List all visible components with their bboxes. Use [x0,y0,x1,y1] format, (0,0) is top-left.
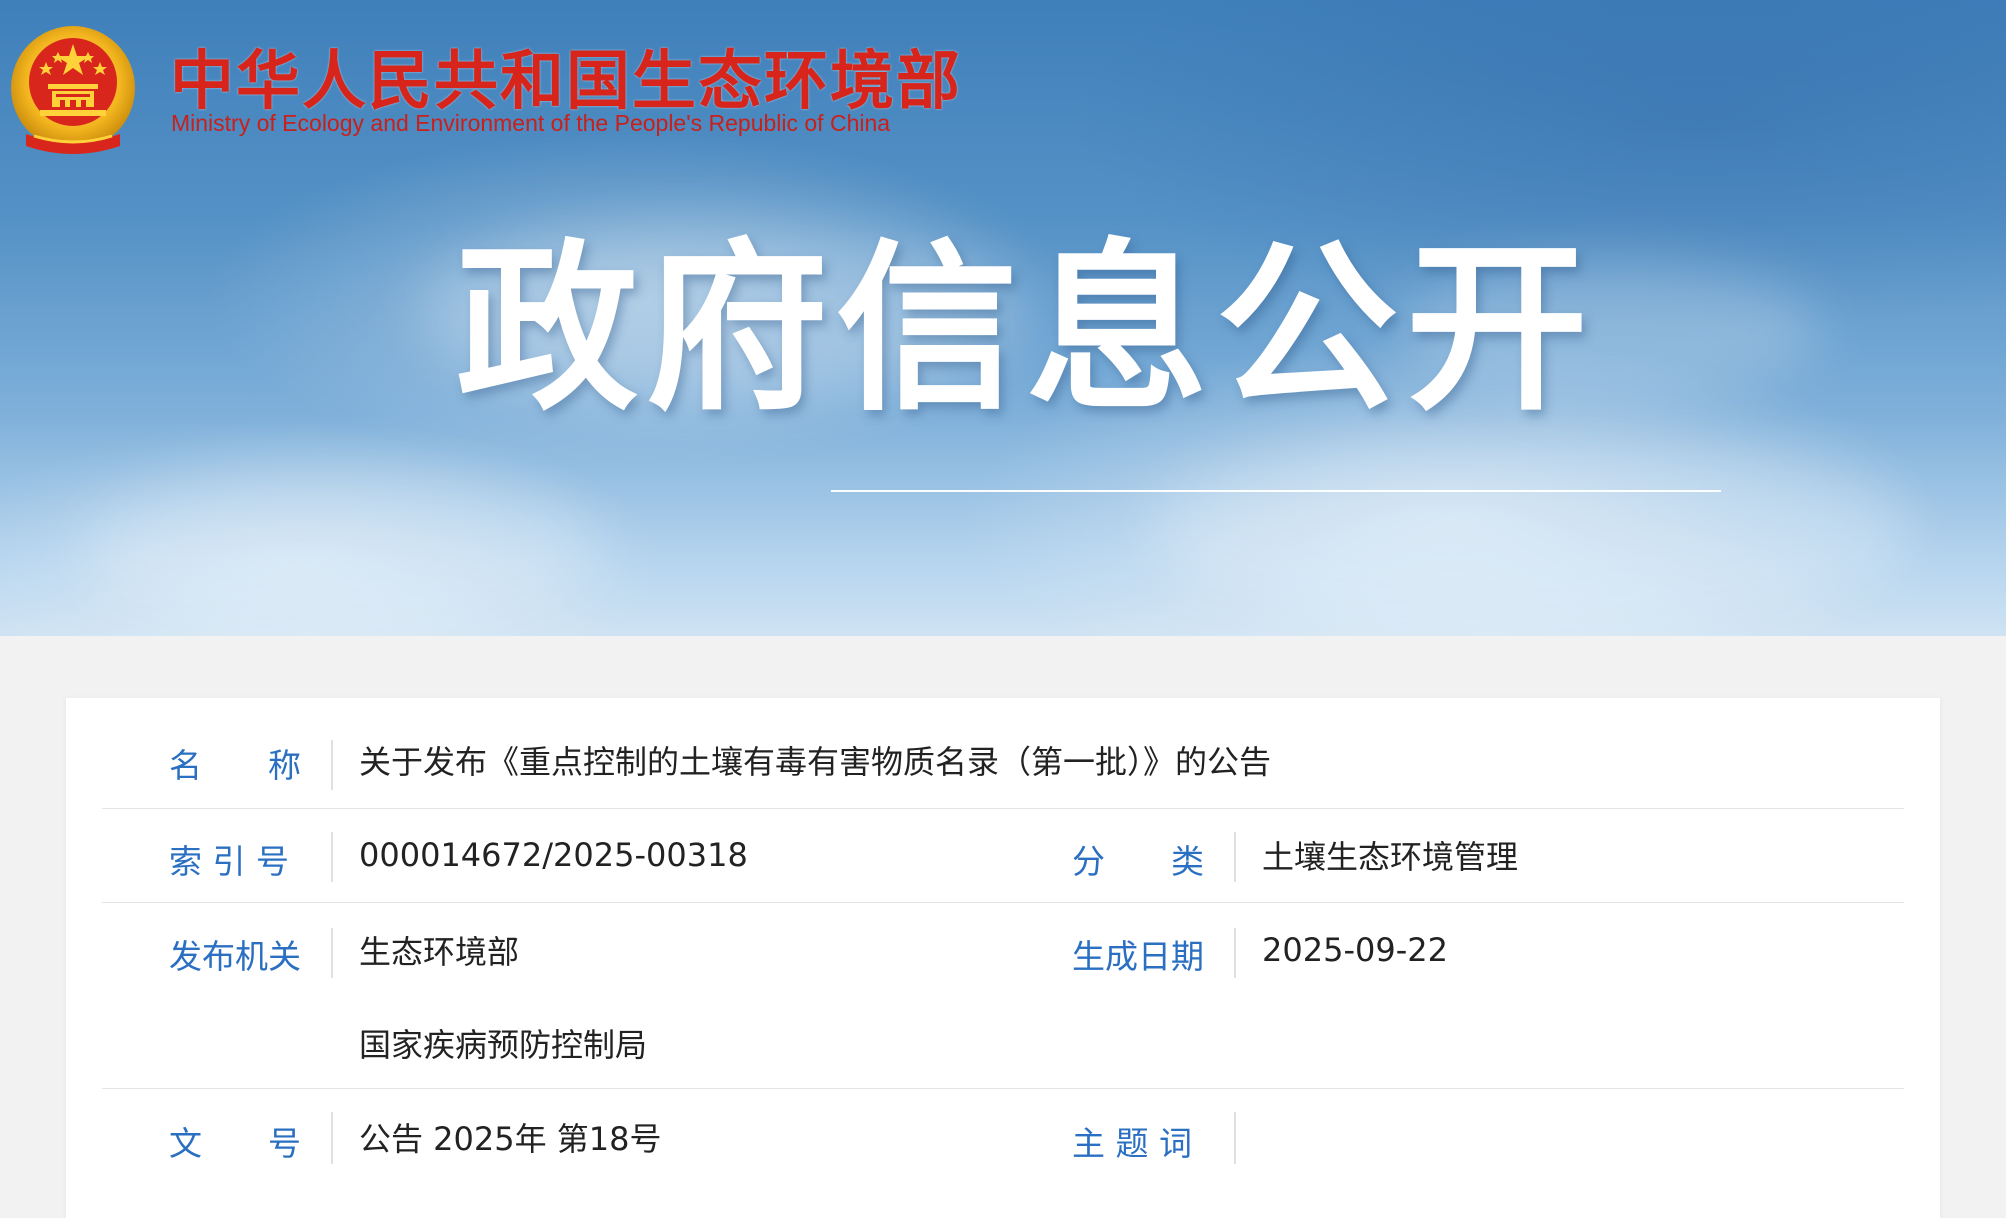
label-category: 分类 [1072,842,1204,881]
label-separator [1234,928,1236,978]
info-row-name: 名称 关于发布《重点控制的土壤有毒有害物质名录（第一批）》的公告 [102,712,1904,809]
header-banner: 中华人民共和国生态环境部 Ministry of Ecology and Env… [0,0,2006,636]
label-issuer: 发布机关 [169,937,301,976]
label-doc-no: 文号 [169,1124,301,1163]
value-index-no: 000014672/2025-00318 [359,836,748,874]
info-row-doc-no: 文号 公告 2025年 第18号 主 题 词 [102,1088,1904,1188]
site-title[interactable]: 中华人民共和国生态环境部 [170,30,962,122]
cloud-decoration [1150,430,1910,630]
value-category: 土壤生态环境管理 [1262,838,1519,876]
value-name: 关于发布《重点控制的土壤有毒有害物质名录（第一批）》的公告 [359,743,1272,781]
label-keywords: 主 题 词 [1072,1124,1192,1163]
label-index-no: 索 引 号 [169,842,289,881]
page-heading: 政府信息公开 [456,223,1596,435]
label-separator [331,832,333,882]
value-date: 2025-09-22 [1262,931,1448,969]
value-issuer-2: 国家疾病预防控制局 [359,1026,648,1064]
heading-underline [831,490,1721,492]
info-row-issuer: 发布机关 生态环境部 国家疾病预防控制局 生成日期 2025-09-22 [102,902,1904,1089]
document-info-card: 名称 关于发布《重点控制的土壤有毒有害物质名录（第一批）》的公告 索 引 号 0… [66,698,1940,1218]
value-issuer-1: 生态环境部 [359,933,520,971]
label-name: 名称 [169,746,301,785]
site-subtitle-en[interactable]: Ministry of Ecology and Environment of t… [171,110,890,137]
label-date: 生成日期 [1072,937,1204,976]
label-separator [331,740,333,790]
cloud-decoration [80,470,600,630]
national-emblem-icon[interactable] [8,22,138,162]
value-doc-no: 公告 2025年 第18号 [359,1120,662,1158]
info-row-index: 索 引 号 000014672/2025-00318 分类 土壤生态环境管理 [102,808,1904,903]
label-separator [1234,832,1236,882]
label-separator [331,1112,333,1164]
label-separator [331,928,333,978]
label-separator [1234,1112,1236,1164]
